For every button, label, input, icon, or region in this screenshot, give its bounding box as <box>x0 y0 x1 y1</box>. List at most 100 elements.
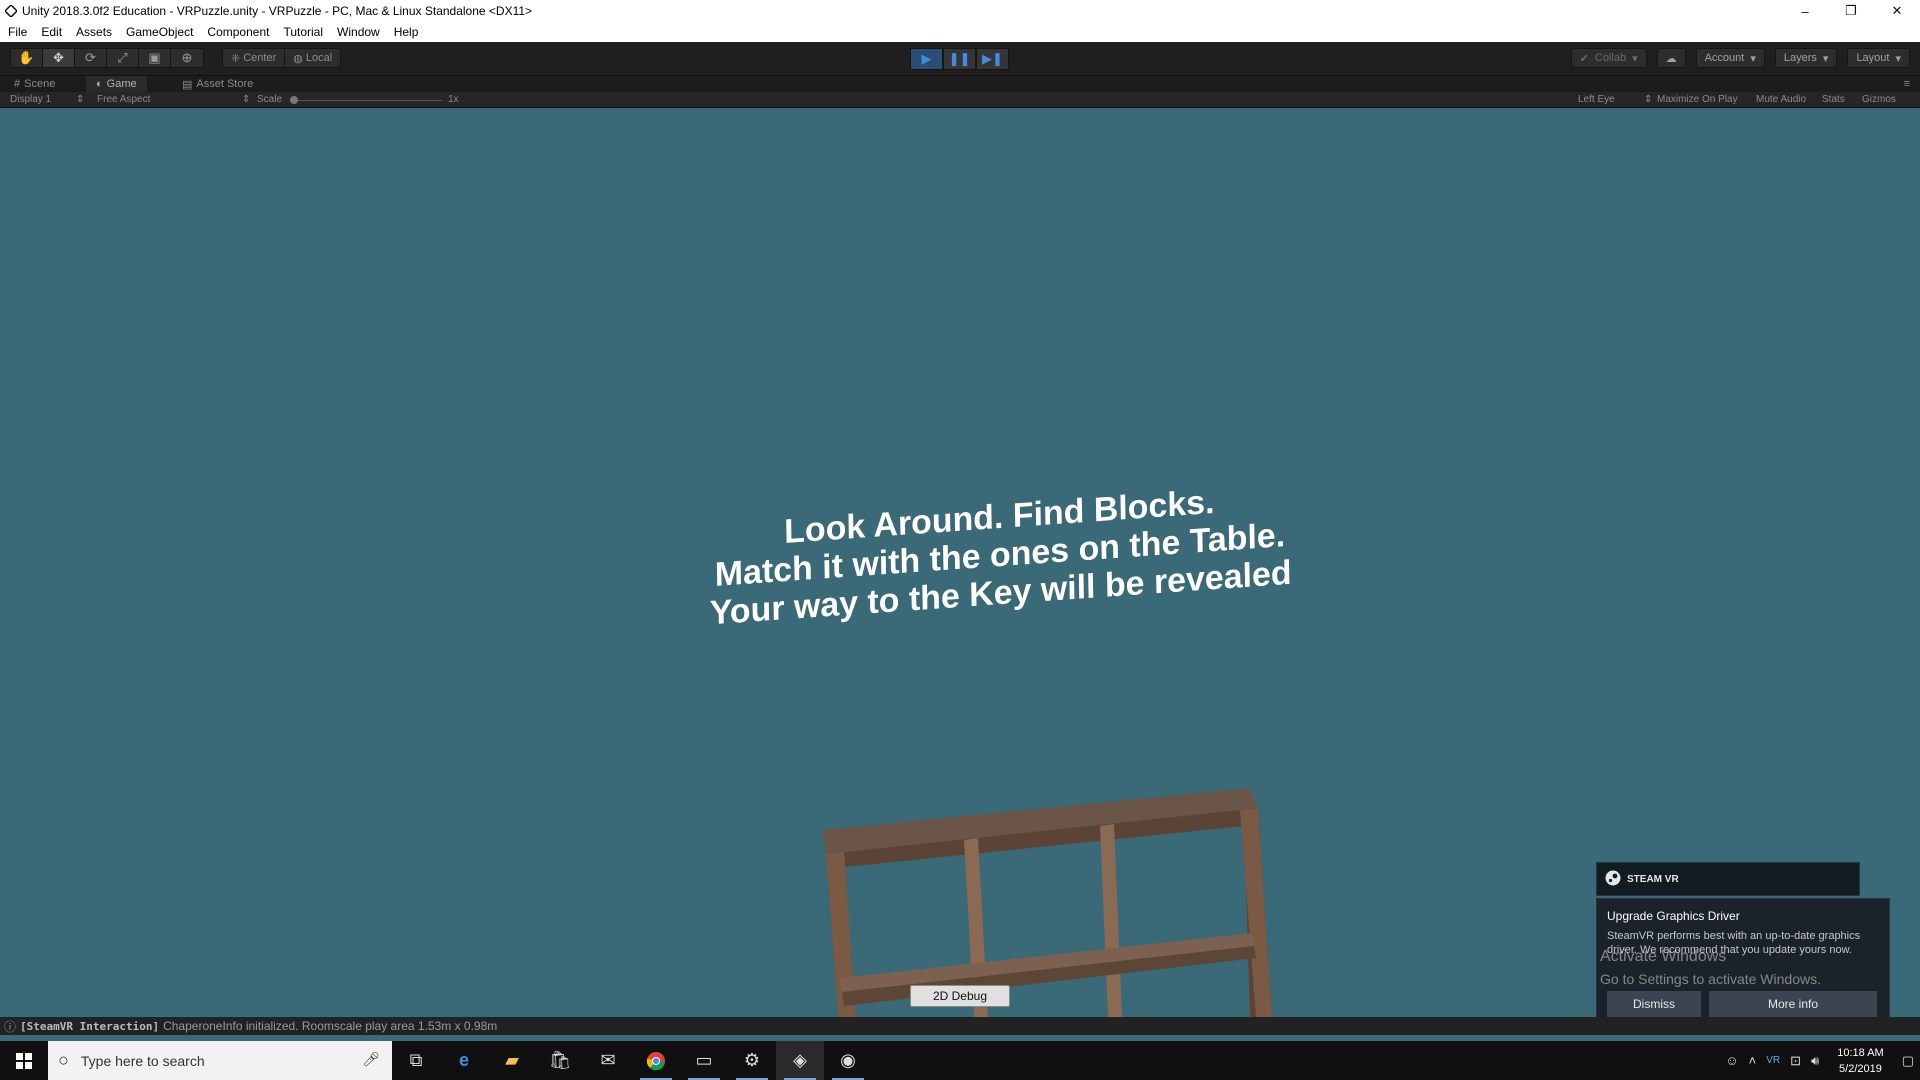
windows-taskbar: ○ Type here to search 🎤︎ ⧉ e ▰ 🛍︎ ✉ ▭ ⚙ … <box>0 1041 1920 1080</box>
globe-icon: ◍ <box>293 52 303 65</box>
tab-menu-icon[interactable]: ≡ <box>1894 76 1920 92</box>
menu-help[interactable]: Help <box>394 25 419 39</box>
transform-tool-icon[interactable]: ⊕ <box>171 49 203 67</box>
rect-tool-icon[interactable]: ▣ <box>139 49 171 67</box>
account-dropdown[interactable]: Account ▾ <box>1695 48 1765 68</box>
layout-dropdown[interactable]: Layout ▾ <box>1847 48 1910 68</box>
main-toolbar: ✋ ✥ ⟳ ⤢ ▣ ⊕ ⁜ Center ◍ Local ▶ ❚❚ ▶❚ ✔ Coll… <box>0 42 1920 76</box>
chevron-down-icon: ▾ <box>1822 52 1829 65</box>
step-button[interactable]: ▶❚ <box>976 48 1009 70</box>
file-explorer-icon[interactable]: ▰ <box>488 1041 536 1080</box>
unity-taskbar-icon[interactable]: ◈ <box>776 1041 824 1080</box>
stats-toggle[interactable]: Stats <box>1822 94 1845 105</box>
hand-tool-icon[interactable]: ✋ <box>11 49 43 67</box>
scene-icon: # <box>14 78 21 90</box>
layers-label: Layers <box>1783 52 1817 64</box>
menu-tutorial[interactable]: Tutorial <box>283 25 323 39</box>
windows-logo-icon <box>16 1052 32 1069</box>
more-info-button[interactable]: More info <box>1709 991 1877 1017</box>
title-bar: Unity 2018.3.0f2 Education - VRPuzzle.un… <box>0 0 1920 22</box>
notification-heading: Upgrade Graphics Driver <box>1607 909 1740 923</box>
collab-label: Collab <box>1594 52 1627 64</box>
layout-label: Layout <box>1856 52 1890 64</box>
clock[interactable]: 10:18 AM 5/2/2019 <box>1837 1045 1883 1077</box>
notifications-icon[interactable]: ▢ <box>1902 1053 1914 1069</box>
tab-asset-store[interactable]: ▤ Asset Store <box>172 76 263 92</box>
menu-gameobject[interactable]: GameObject <box>126 25 193 39</box>
cloud-button[interactable]: ☁ <box>1656 48 1686 68</box>
tab-scene-label: Scene <box>24 78 56 90</box>
maximize-on-play-toggle[interactable]: Maximize On Play <box>1657 94 1738 105</box>
status-tag: [SteamVR Interaction] <box>20 1019 160 1033</box>
debug-2d-button[interactable]: 2D Debug <box>910 985 1010 1007</box>
rotate-tool-icon[interactable]: ⟳ <box>75 49 107 67</box>
start-button[interactable] <box>0 1041 48 1080</box>
pivot-toggles: ⁜ Center ◍ Local <box>222 48 342 68</box>
layers-dropdown[interactable]: Layers ▾ <box>1774 48 1838 68</box>
clock-time: 10:18 AM <box>1837 1046 1884 1059</box>
chevron-up-icon[interactable]: ˄ <box>1749 1053 1757 1068</box>
collab-dropdown[interactable]: ✔ Collab ▾ <box>1570 48 1647 68</box>
info-icon: ⓘ <box>4 1019 17 1034</box>
chevron-down-icon: ▾ <box>1632 52 1638 65</box>
scale-slider[interactable] <box>292 100 442 101</box>
minimize-button[interactable]: – <box>1782 0 1828 22</box>
display-dropdown[interactable]: Display 1 <box>10 94 51 105</box>
chevron-updown-icon: ⇕ <box>242 94 251 105</box>
scale-slider-handle[interactable] <box>290 96 298 104</box>
play-button[interactable]: ▶ <box>910 48 943 70</box>
game-view-bar: Display 1 ⇕ Free Aspect ⇕ Scale 1x Left … <box>0 92 1920 108</box>
search-placeholder: Type here to search <box>80 1052 205 1069</box>
dismiss-button[interactable]: Dismiss <box>1607 991 1701 1017</box>
microphone-icon[interactable]: 🎤︎ <box>362 1051 380 1068</box>
taskbar-search[interactable]: ○ Type here to search 🎤︎ <box>48 1041 392 1080</box>
system-tray: ☺ ˄ VR ⊡ 🔊︎ 10:18 AM 5/2/2019 ▢ <box>1725 1041 1920 1080</box>
game-icon: ◐ <box>96 78 103 90</box>
aspect-dropdown[interactable]: Free Aspect <box>97 94 150 105</box>
steam-taskbar-icon[interactable]: ⚙ <box>728 1041 776 1080</box>
edge-icon[interactable]: e <box>440 1041 488 1080</box>
tab-game-label: Game <box>106 78 137 90</box>
gizmos-dropdown[interactable]: Gizmos <box>1862 94 1896 105</box>
view-tabs: # Scene ◐ Game ▤ Asset Store ≡ <box>0 76 1920 92</box>
volume-icon[interactable]: 🔊︎ <box>1811 1053 1819 1069</box>
people-icon[interactable]: ☺ <box>1725 1053 1738 1068</box>
watermark-title: Activate Windows <box>1600 948 1727 965</box>
menu-file[interactable]: File <box>8 25 27 39</box>
mail-icon[interactable]: ✉ <box>584 1041 632 1080</box>
move-tool-icon[interactable]: ✥ <box>43 49 75 67</box>
oculus-icon[interactable]: ▭ <box>680 1041 728 1080</box>
pivot-center-button[interactable]: ⁜ Center <box>223 49 286 67</box>
mute-audio-toggle[interactable]: Mute Audio <box>1756 94 1806 105</box>
cloud-icon: ☁ <box>1665 52 1677 65</box>
steamvr-header: STEAM VR <box>1596 862 1860 896</box>
close-button[interactable]: ✕ <box>1874 0 1920 22</box>
task-view-icon[interactable]: ⧉ <box>392 1041 440 1080</box>
check-icon: ✔ <box>1579 52 1589 65</box>
unity-icon <box>4 4 18 18</box>
menu-assets[interactable]: Assets <box>76 25 112 39</box>
chrome-icon[interactable] <box>632 1041 680 1080</box>
chevron-updown-icon: ⇕ <box>76 94 85 105</box>
pivot-center-label: Center <box>243 52 277 64</box>
menu-window[interactable]: Window <box>337 25 380 39</box>
pivot-local-button[interactable]: ◍ Local <box>285 49 340 67</box>
steamvr-taskbar-icon[interactable]: ◉ <box>824 1041 872 1080</box>
console-status-bar[interactable]: ⓘ [SteamVR Interaction] ChaperoneInfo in… <box>0 1017 1920 1035</box>
maximize-button[interactable]: ❐ <box>1828 0 1874 22</box>
tab-scene[interactable]: # Scene <box>4 76 65 92</box>
scale-tool-icon[interactable]: ⤢ <box>107 49 139 67</box>
menu-bar: File Edit Assets GameObject Component Tu… <box>0 22 1920 42</box>
network-icon[interactable]: ⊡ <box>1790 1053 1801 1069</box>
cortana-icon: ○ <box>58 1050 69 1070</box>
tab-asset-store-label: Asset Store <box>196 78 254 90</box>
pause-button[interactable]: ❚❚ <box>943 48 976 70</box>
tab-game[interactable]: ◐ Game <box>86 76 147 92</box>
watermark-subtitle: Go to Settings to activate Windows. <box>1600 971 1821 987</box>
menu-component[interactable]: Component <box>207 25 269 39</box>
eye-dropdown[interactable]: Left Eye <box>1578 94 1615 105</box>
menu-edit[interactable]: Edit <box>41 25 62 39</box>
store-icon[interactable]: 🛍︎ <box>536 1041 584 1080</box>
vr-tray-icon[interactable]: VR <box>1766 1055 1780 1066</box>
steamvr-brand: STEAM VR <box>1627 873 1679 885</box>
